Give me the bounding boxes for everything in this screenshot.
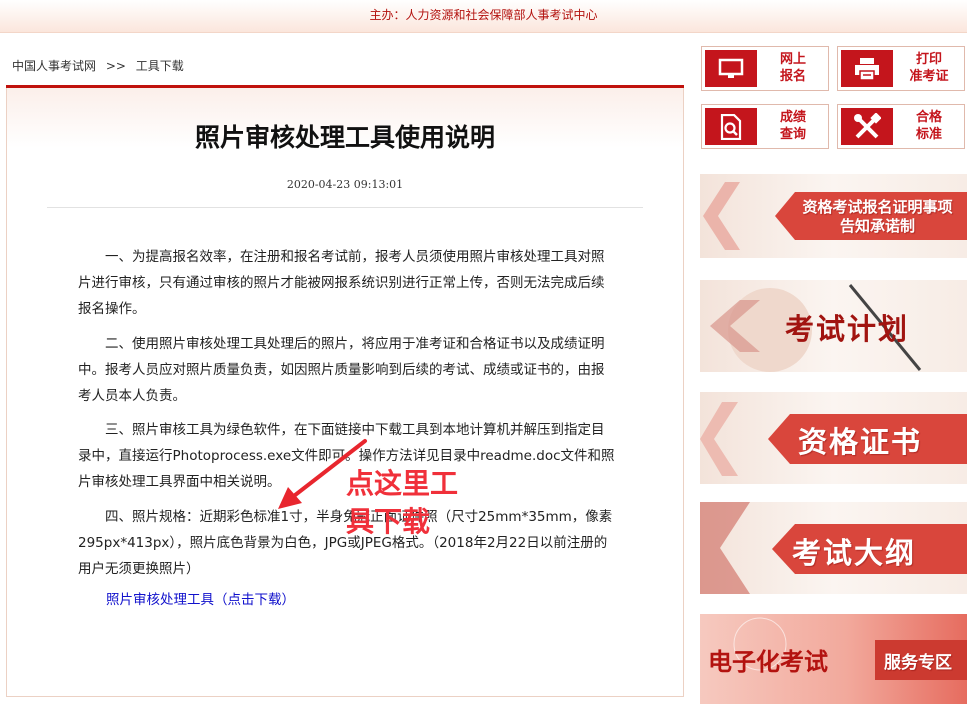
sponsor-bar: 主办：人力资源和社会保障部人事考试中心 bbox=[0, 0, 967, 33]
print-ticket-label: 打印 准考证 bbox=[896, 51, 962, 85]
article-panel: 照片审核处理工具使用说明 2020-04-23 09:13:01 一、为提高报名… bbox=[6, 88, 684, 697]
print-ticket-button[interactable]: 打印 准考证 bbox=[837, 46, 965, 91]
breadcrumb-home-link[interactable]: 中国人事考试网 bbox=[12, 59, 96, 73]
score-query-label-2: 查询 bbox=[779, 127, 806, 142]
download-tool-link[interactable]: 照片审核处理工具（点击下载） bbox=[106, 588, 295, 608]
sponsor-text: 主办：人力资源和社会保障部人事考试中心 bbox=[369, 8, 598, 22]
print-ticket-label-1: 打印 bbox=[915, 52, 942, 67]
pass-standard-button[interactable]: 合格 标准 bbox=[837, 104, 965, 149]
print-ticket-label-2: 准考证 bbox=[909, 69, 949, 84]
article-paragraph-1: 一、为提高报名效率，在注册和报名考试前，报考人员须使用照片审核处理工具对照片进行… bbox=[78, 249, 605, 317]
article-title: 照片审核处理工具使用说明 bbox=[194, 123, 495, 152]
article-divider bbox=[47, 207, 643, 208]
pass-standard-label-2: 标准 bbox=[915, 127, 942, 142]
article-paragraph-2: 二、使用照片审核处理工具处理后的照片，将应用于准考证和合格证书以及成绩证明中。报… bbox=[78, 336, 605, 404]
qualification-banner[interactable]: 资格证书 bbox=[700, 392, 967, 484]
syllabus-text: 考试大纲 bbox=[792, 536, 917, 570]
qualification-text: 资格证书 bbox=[798, 425, 923, 459]
article-date: 2020-04-23 09:13:01 bbox=[286, 178, 404, 191]
online-register-button[interactable]: 网上 报名 bbox=[701, 46, 829, 91]
exam-plan-text: 考试计划 bbox=[785, 312, 910, 346]
breadcrumb-current-link[interactable]: 工具下载 bbox=[136, 59, 184, 73]
ecomputer-exam-banner[interactable]: 电子化考试 服务专区 bbox=[700, 614, 967, 704]
score-query-label-1: 成绩 bbox=[779, 110, 806, 125]
pass-standard-label-1: 合格 bbox=[915, 110, 942, 125]
annotation-text: 点这里工 具下载 bbox=[346, 465, 486, 541]
pass-standard-label: 合格 标准 bbox=[896, 109, 962, 143]
online-register-label-1: 网上 bbox=[779, 52, 806, 67]
printer-icon bbox=[841, 50, 893, 87]
syllabus-banner[interactable]: 考试大纲 bbox=[700, 502, 967, 594]
search-doc-icon bbox=[705, 108, 757, 145]
annotation-line-1: 点这里工 bbox=[346, 467, 459, 500]
cert-promise-line-2: 告知承诺制 bbox=[839, 217, 915, 235]
annotation-line-2: 具下载 bbox=[346, 505, 431, 538]
cert-promise-line-1: 资格考试报名证明事项 bbox=[802, 198, 953, 216]
breadcrumb-separator: >> bbox=[105, 59, 126, 73]
score-query-button[interactable]: 成绩 查询 bbox=[701, 104, 829, 149]
tools-icon bbox=[841, 108, 893, 145]
breadcrumb: 中国人事考试网 >> 工具下载 bbox=[12, 57, 184, 74]
score-query-label: 成绩 查询 bbox=[760, 109, 826, 143]
ecomputer-sub-text: 服务专区 bbox=[884, 653, 952, 673]
online-register-label-2: 报名 bbox=[779, 69, 806, 84]
online-register-label: 网上 报名 bbox=[760, 51, 826, 85]
monitor-icon bbox=[705, 50, 757, 87]
cert-promise-banner[interactable]: 资格考试报名证明事项 告知承诺制 bbox=[700, 174, 967, 258]
exam-plan-banner[interactable]: 考试计划 bbox=[700, 280, 967, 372]
ecomputer-main-text: 电子化考试 bbox=[708, 647, 828, 676]
